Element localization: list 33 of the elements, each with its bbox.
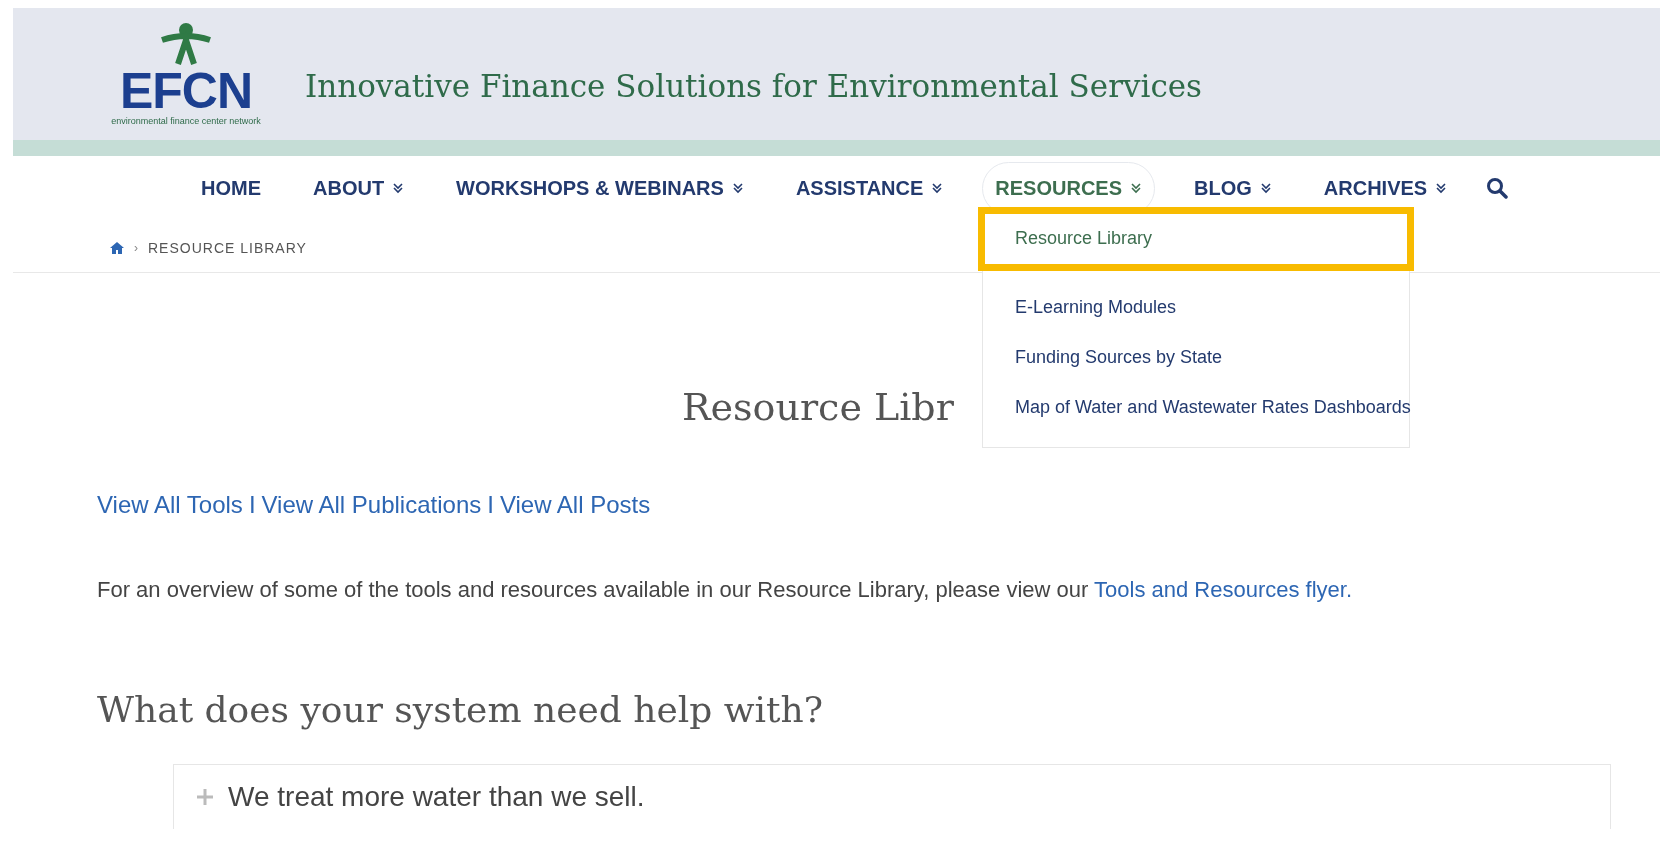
dropdown-item[interactable]: Map of Water and Wastewater Rates Dashboards — [983, 383, 1409, 433]
dropdown-item[interactable]: Funding Sources by State — [983, 333, 1409, 383]
search-icon[interactable] — [1486, 177, 1509, 199]
nav-link[interactable]: ASSISTANCE — [782, 161, 957, 215]
home-icon[interactable] — [110, 242, 124, 254]
site-tagline: Innovative Finance Solutions for Environmental Services — [305, 68, 1202, 104]
double-chevron-icon — [1435, 182, 1448, 194]
breadcrumb-separator: › — [134, 241, 138, 255]
dropdown-item[interactable]: Resource Library — [978, 207, 1414, 271]
link-separator: I — [248, 491, 256, 519]
nav-link[interactable]: WORKSHOPS & WEBINARS — [443, 161, 757, 215]
logo-wordmark: EFCN — [119, 66, 253, 116]
nav-link[interactable]: ABOUT — [300, 161, 418, 215]
quick-link[interactable]: View All Tools — [97, 491, 243, 519]
double-chevron-icon — [731, 182, 744, 194]
intro-paragraph: For an overview of some of the tools and resources available in our Resource Library, please view our Tools and Resources flyer. — [97, 577, 1354, 603]
flyer-link[interactable]: Tools and Resources flyer. — [1094, 577, 1353, 602]
double-chevron-icon — [1259, 182, 1272, 194]
nav-link[interactable]: HOME — [188, 161, 274, 215]
logo-subtitle: environmental finance center network — [111, 116, 261, 126]
plus-icon — [196, 788, 214, 806]
accordion-item[interactable]: We treat more water than we sell. — [173, 764, 1611, 829]
logo[interactable]: EFCN environmental finance center network — [101, 22, 271, 126]
double-chevron-icon — [392, 182, 405, 194]
page-title: Resource Libr — [682, 385, 954, 429]
section-heading: What does your system need help with? — [97, 689, 825, 730]
link-separator: I — [487, 491, 494, 519]
quick-link[interactable]: View All Publications — [261, 491, 482, 519]
quick-link[interactable]: View All Posts — [499, 491, 651, 519]
double-chevron-icon — [1130, 182, 1143, 194]
dropdown-item[interactable]: E-Learning Modules — [983, 283, 1409, 333]
breadcrumb-current: RESOURCE LIBRARY — [148, 240, 307, 256]
double-chevron-icon — [931, 182, 944, 194]
